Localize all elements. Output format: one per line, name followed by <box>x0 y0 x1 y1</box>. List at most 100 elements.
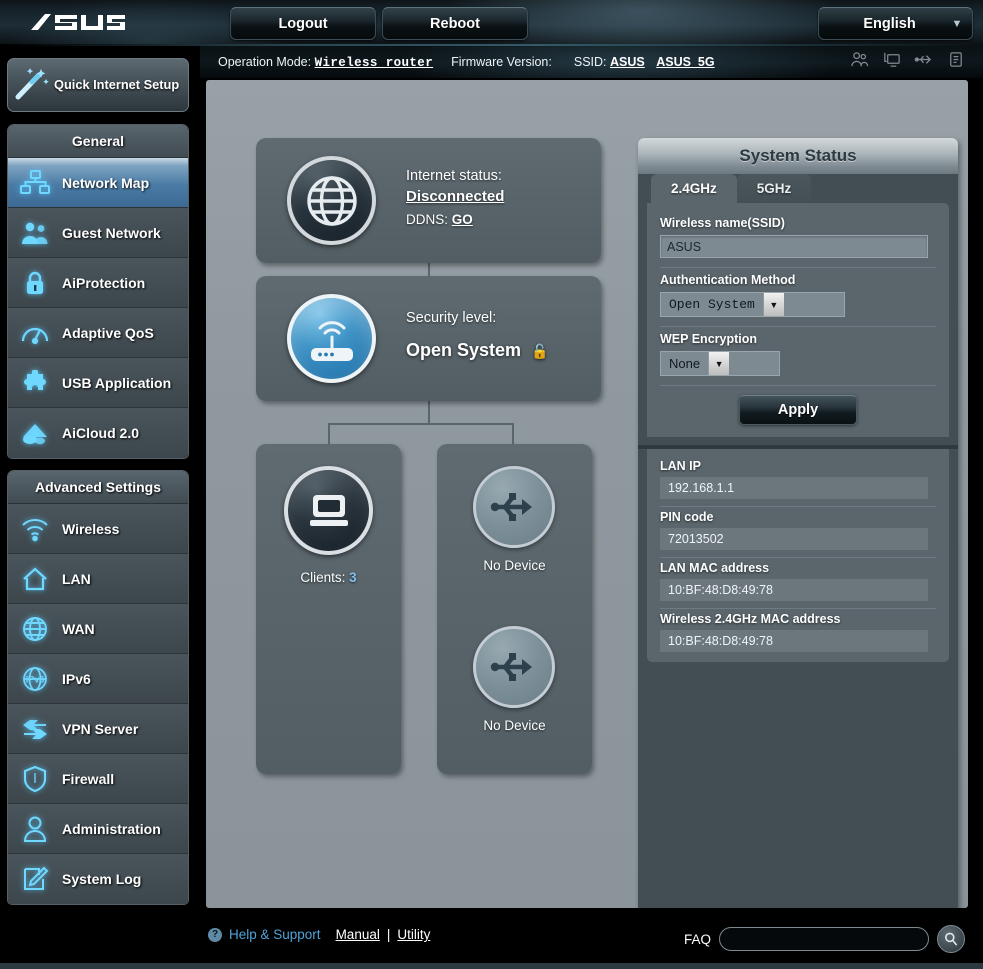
clients-count: 3 <box>349 570 357 585</box>
ssid-24g-value[interactable]: ASUS <box>610 55 645 69</box>
security-level-value: Open System <box>406 340 522 360</box>
vpn-arrows-icon <box>8 712 62 746</box>
security-level-node[interactable]: Security level: Open System 🔓 <box>256 276 601 401</box>
tab-5ghz[interactable]: 5GHz <box>736 174 812 203</box>
screen-icon[interactable] <box>882 50 901 69</box>
lan-ip-value: 192.168.1.1 <box>660 477 928 499</box>
info-row: LAN MAC address 10:BF:48:D8:49:78 <box>660 561 936 601</box>
wep-encryption-value: None <box>669 356 701 371</box>
utility-link[interactable]: Utility <box>397 927 430 942</box>
sidebar-item-label: WAN <box>62 620 95 637</box>
operation-mode-label: Operation Mode: <box>218 54 312 69</box>
ssid-group: SSID: ASUS ASUS_5G <box>574 55 715 69</box>
usb-icon[interactable] <box>914 50 933 69</box>
lan-mac-value: 10:BF:48:D8:49:78 <box>660 579 928 601</box>
language-selector[interactable]: English ▼ <box>818 7 973 40</box>
sidebar-item-administration[interactable]: Administration <box>8 804 188 854</box>
chevron-down-icon: ▼ <box>951 17 963 30</box>
security-level-value-row: Open System 🔓 <box>406 340 549 361</box>
ddns-go-link[interactable]: GO <box>452 212 473 227</box>
user-icon <box>8 812 62 846</box>
auth-method-value: Open System <box>669 297 755 312</box>
wep-encryption-select[interactable]: None ▼ <box>660 351 780 376</box>
ddns-label: DDNS: <box>406 212 449 227</box>
info-row: LAN IP 192.168.1.1 <box>660 459 936 499</box>
pencil-note-icon <box>8 862 62 896</box>
system-status-title: System Status <box>638 138 958 174</box>
logout-button[interactable]: Logout <box>230 7 376 40</box>
sidebar-item-wireless[interactable]: Wireless <box>8 504 188 554</box>
sidebar-item-label: AiCloud 2.0 <box>62 425 140 441</box>
clients-icon[interactable] <box>850 50 869 69</box>
sidebar-item-label: AiProtection <box>62 274 146 291</box>
tab-24ghz[interactable]: 2.4GHz <box>651 174 737 203</box>
usb-devices-node[interactable]: No Device No Device <box>437 444 592 774</box>
sidebar-item-label: System Log <box>62 871 142 887</box>
faq-label: FAQ <box>683 931 711 947</box>
ddns-row: DDNS: GO <box>406 212 473 227</box>
internet-status-node[interactable]: Internet status: Disconnected DDNS: GO <box>256 138 601 263</box>
ssid-5g-value[interactable]: ASUS_5G <box>656 55 714 69</box>
sidebar-item-ipv6[interactable]: IPv6 IPv6 <box>8 654 188 704</box>
sidebar-item-guest-network[interactable]: Guest Network <box>8 208 188 258</box>
auth-method-select[interactable]: Open System ▼ <box>660 292 845 317</box>
operation-mode-value[interactable]: Wireless router <box>315 56 434 70</box>
reboot-button[interactable]: Reboot <box>382 7 528 40</box>
sidebar-item-system-log[interactable]: System Log <box>8 854 188 904</box>
usb-device-2-caption: No Device <box>483 718 546 733</box>
system-info-panel: LAN IP 192.168.1.1 PIN code 72013502 LAN… <box>647 449 949 662</box>
sidebar-item-wan[interactable]: WAN <box>8 604 188 654</box>
clients-caption-label: Clients: <box>300 570 346 585</box>
question-mark-icon: ? <box>208 927 222 942</box>
pin-code-value: 72013502 <box>660 528 928 550</box>
router-icon <box>287 294 376 383</box>
sidebar-item-firewall[interactable]: Firewall <box>8 754 188 804</box>
connector-bracket-left <box>328 423 330 444</box>
sidebar-general-header: General <box>8 125 188 158</box>
manual-link[interactable]: Manual <box>336 927 380 942</box>
sidebar-item-aicloud[interactable]: AiCloud 2.0 <box>8 408 188 458</box>
lan-mac-label: LAN MAC address <box>660 561 770 575</box>
sidebar-item-label: USB Application <box>62 374 172 391</box>
internet-status-value[interactable]: Disconnected <box>406 188 504 205</box>
sidebar-item-label: LAN <box>62 570 91 587</box>
home-icon <box>8 562 62 596</box>
ssid-input[interactable]: ASUS <box>660 235 928 258</box>
sidebar-item-label: Wireless <box>62 520 120 537</box>
sidebar-item-vpn-server[interactable]: VPN Server <box>8 704 188 754</box>
wifi-icon <box>8 512 62 546</box>
puzzle-icon <box>8 366 62 400</box>
apply-row: Apply <box>660 395 936 425</box>
sidebar-item-adaptive-qos[interactable]: Adaptive QoS <box>8 308 188 358</box>
lock-icon <box>8 266 62 300</box>
lan-ip-label: LAN IP <box>660 459 701 473</box>
unlock-icon: 🔓 <box>531 343 549 359</box>
quick-internet-setup-button[interactable]: Quick Internet Setup <box>7 58 189 112</box>
sidebar-item-label: Guest Network <box>62 224 161 241</box>
main-content-panel: Internet status: Disconnected DDNS: GO S… <box>206 80 968 936</box>
pin-code-label: PIN code <box>660 510 714 524</box>
divider <box>660 385 936 386</box>
wireless-settings-panel: Wireless name(SSID) ASUS Authentication … <box>647 203 949 437</box>
connector-internet-router <box>428 263 430 276</box>
wireless-mac-label: Wireless 2.4GHz MAC address <box>660 612 841 626</box>
sidebar-item-label: Network Map <box>62 174 150 191</box>
divider <box>660 557 936 558</box>
auth-method-label: Authentication Method <box>660 273 796 287</box>
firmware-group: Firmware Version: <box>451 55 552 69</box>
clients-node[interactable]: Clients: 3 <box>256 444 401 774</box>
ssid-field-label: Wireless name(SSID) <box>660 216 785 230</box>
sidebar-item-network-map[interactable]: Network Map <box>8 158 188 208</box>
sidebar-item-label: Administration <box>62 820 161 837</box>
apply-button[interactable]: Apply <box>739 395 857 425</box>
faq-search-input[interactable] <box>719 927 929 951</box>
sidebar-item-lan[interactable]: LAN <box>8 554 188 604</box>
syslog-icon[interactable] <box>946 50 965 69</box>
sidebar-item-aiprotection[interactable]: AiProtection <box>8 258 188 308</box>
sidebar-item-label: Firewall <box>62 770 115 787</box>
globe-icon <box>287 156 376 245</box>
footer-links: ? Help & Support Manual | Utility <box>208 927 430 942</box>
sidebar-item-usb-application[interactable]: USB Application <box>8 358 188 408</box>
search-button[interactable] <box>937 925 965 953</box>
sidebar-nav: Quick Internet Setup General Network Map <box>0 46 200 969</box>
